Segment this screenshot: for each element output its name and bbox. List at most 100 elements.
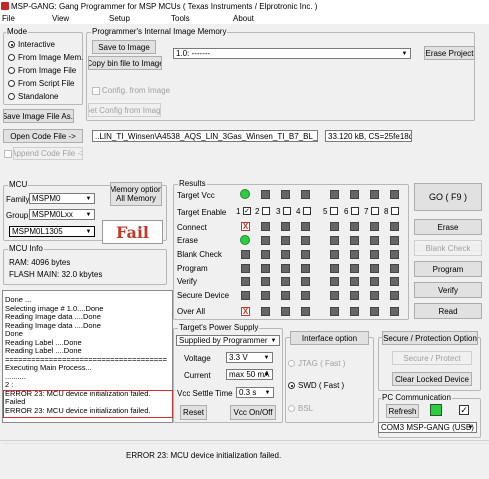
interface-option-button[interactable]: Interface option (290, 331, 369, 345)
clear-locked-device-button[interactable]: Clear Locked Device (392, 372, 472, 386)
mcu-info-title: MCU Info (8, 244, 44, 253)
power-supply-title: Target's Power Supply (178, 323, 260, 332)
result-cell (390, 291, 399, 300)
result-cell (350, 307, 359, 316)
result-cell (330, 222, 339, 231)
refresh-button[interactable]: Refresh (386, 404, 419, 418)
copy-bin-file-button[interactable]: Copy bin file to Image (88, 56, 162, 70)
reset-button[interactable]: Reset (180, 405, 207, 420)
voltage-dropdown[interactable]: 3.3 V ▼ (226, 352, 273, 363)
jtag-radio[interactable]: JTAG ( Fast ) (288, 359, 345, 368)
current-label: Current (184, 371, 211, 380)
menu-view[interactable]: View (52, 14, 69, 23)
current-dropdown[interactable]: max 50 mA ▼ (226, 369, 273, 380)
row-label-erase: Erase (177, 236, 198, 245)
target-number-7: 7 (364, 207, 369, 216)
secure-protect-button[interactable]: Secure / Protect (392, 351, 472, 365)
interface-option-label: BSL (298, 404, 314, 413)
read-button[interactable]: Read (414, 303, 482, 319)
mode-standalone-radio[interactable]: Standalone (8, 92, 58, 101)
mode-from-script-file-radio[interactable]: From Script File (8, 79, 74, 88)
result-cell (281, 264, 290, 273)
menu-about[interactable]: About (233, 14, 254, 23)
pc-comm-checkbox[interactable]: ✓ (459, 405, 469, 415)
result-cell (370, 222, 379, 231)
result-cell (301, 222, 310, 231)
radio-indicator (288, 360, 295, 367)
secure-protection-option-button[interactable]: Secure / Protection Option (382, 331, 478, 345)
mode-option-label: From Script File (18, 79, 75, 88)
result-cell (390, 250, 399, 259)
chevron-down-icon: ▼ (85, 211, 92, 218)
verify-button[interactable]: Verify (414, 282, 482, 298)
power-source-dropdown[interactable]: Supplied by Programmer ▼ (176, 335, 280, 346)
row-label-connect: Connect (177, 223, 207, 232)
blank-check-button[interactable]: Blank Check (414, 240, 482, 256)
radio-indicator (8, 41, 15, 48)
result-cell (390, 307, 399, 316)
vcc-settle-time-dropdown[interactable]: 0.3 s ▼ (236, 387, 274, 398)
image-select-dropdown[interactable]: 1.0: ------- ▼ (173, 48, 411, 59)
append-code-file-checkbox[interactable] (4, 150, 12, 158)
mcu-group-title: MCU (8, 180, 29, 189)
config-from-image-checkbox[interactable] (92, 87, 100, 95)
mode-interactive-radio[interactable]: Interactive (8, 40, 55, 49)
menu-tools[interactable]: Tools (171, 14, 190, 23)
target-enable-3-checkbox[interactable] (283, 207, 291, 215)
app-icon (1, 2, 9, 10)
target-enable-8-checkbox[interactable] (391, 207, 399, 215)
target-enable-1-checkbox[interactable]: ✓ (243, 207, 251, 215)
pc-communication-title: PC Communication (381, 393, 452, 402)
family-dropdown[interactable]: MSPM0 ▼ (29, 193, 95, 204)
target-enable-2-checkbox[interactable] (262, 207, 270, 215)
chevron-down-icon: ▼ (264, 389, 271, 396)
memory-option-button[interactable]: Memory option All Memory (110, 182, 162, 206)
result-cell (390, 264, 399, 273)
result-cell (350, 277, 359, 286)
vcc-on-off-button[interactable]: Vcc On/Off (230, 405, 276, 420)
error-highlight-box (3, 390, 173, 418)
erase-button[interactable]: Erase (414, 219, 482, 235)
target-1-erase-led (240, 235, 250, 245)
save-to-image-button[interactable]: Save to Image (92, 40, 156, 54)
bsl-radio[interactable]: BSL (288, 404, 313, 413)
result-cell (350, 190, 359, 199)
target-enable-6-checkbox[interactable] (351, 207, 359, 215)
target-enable-5-checkbox[interactable] (330, 207, 338, 215)
target-enable-7-checkbox[interactable] (371, 207, 379, 215)
interface-option-label: SWD ( Fast ) (298, 381, 345, 390)
result-cell (261, 277, 270, 286)
device-dropdown[interactable]: MSPM0L1305 ▼ (9, 226, 95, 237)
go-button[interactable]: GO ( F9 ) (414, 183, 482, 211)
result-cell (370, 291, 379, 300)
menu-file[interactable]: File (2, 14, 15, 23)
result-cell (370, 307, 379, 316)
save-image-file-as-button[interactable]: Save Image File As.. (3, 109, 74, 123)
result-cell (350, 222, 359, 231)
mode-option-label: From Image Mem. (18, 53, 84, 62)
target-enable-4-checkbox[interactable] (303, 207, 311, 215)
result-cell (330, 236, 339, 245)
result-cell (301, 190, 310, 199)
title-bar: MSP-GANG: Gang Programmer for MSP MCUs (… (0, 0, 489, 12)
result-cell (261, 307, 270, 316)
open-code-file-button[interactable]: Open Code File -> (3, 129, 83, 143)
result-cell (301, 291, 310, 300)
append-code-file-button[interactable]: Append Code File -> (13, 147, 83, 160)
row-label-over-all: Over All (177, 307, 206, 316)
mode-from-image-file-radio[interactable]: From Image File (8, 66, 76, 75)
voltage-label: Voltage (184, 354, 211, 363)
mode-option-label: From Image File (18, 66, 77, 75)
erase-project-button[interactable]: Erase Project (424, 46, 475, 60)
target-number-8: 8 (384, 207, 389, 216)
group-dropdown[interactable]: MSPM0Lxx ▼ (29, 209, 95, 220)
get-config-from-image-button[interactable]: Get Config from Image (88, 103, 161, 117)
com-port-dropdown[interactable]: COM3 MSP-GANG (USB) ▼ (378, 422, 477, 433)
row-label-target-vcc: Target Vcc (177, 191, 215, 200)
program-button[interactable]: Program (414, 261, 482, 277)
mode-from-image-mem-radio[interactable]: From Image Mem. (8, 53, 83, 62)
swd-radio[interactable]: SWD ( Fast ) (288, 381, 344, 390)
menu-setup[interactable]: Setup (109, 14, 130, 23)
row-label-target-enable: Target Enable (177, 208, 227, 217)
menu-bar: File View Setup Tools About (0, 12, 489, 24)
